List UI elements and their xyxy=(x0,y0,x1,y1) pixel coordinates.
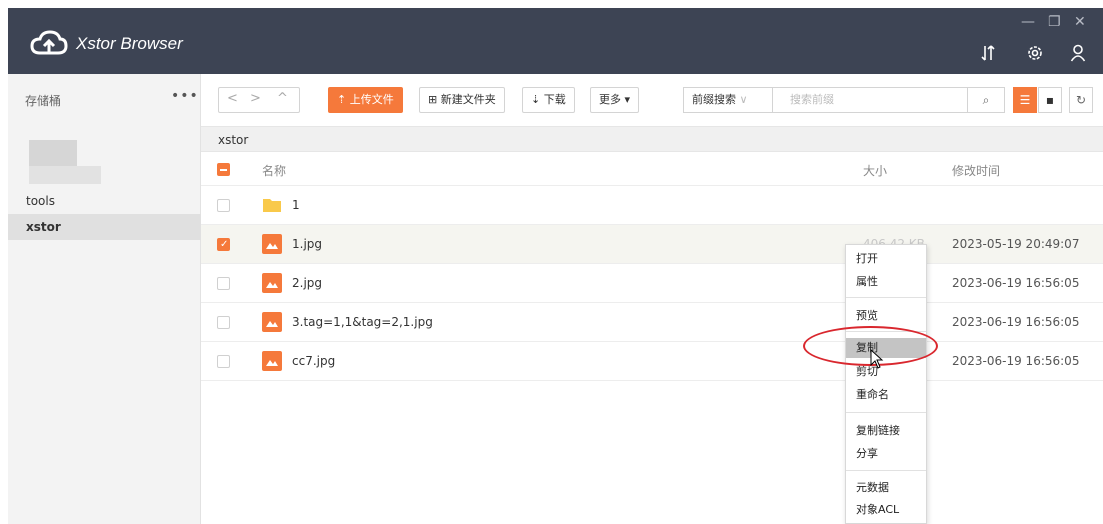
up-icon[interactable]: ^ xyxy=(277,91,288,106)
settings-icon[interactable] xyxy=(1026,44,1044,65)
menu-separator xyxy=(846,470,926,471)
menu-item-properties[interactable]: 属性 xyxy=(846,272,926,292)
menu-item-cut[interactable]: 剪切 xyxy=(846,362,926,382)
refresh-icon[interactable]: ↻ xyxy=(1069,87,1093,113)
title-bar: Xstor Browser — ❐ ✕ xyxy=(8,8,1103,74)
user-icon[interactable] xyxy=(1070,44,1086,65)
navigation-group: < > ^ xyxy=(218,87,300,113)
column-size[interactable]: 大小 xyxy=(863,162,887,179)
row-checkbox[interactable] xyxy=(217,199,230,212)
forward-icon[interactable]: > xyxy=(250,91,261,106)
caret-down-icon: ▾ xyxy=(624,93,631,106)
file-modified: 2023-06-19 16:56:05 xyxy=(952,354,1080,368)
cloud-logo-icon xyxy=(30,30,68,59)
menu-item-object-acl[interactable]: 对象ACL xyxy=(846,500,926,520)
file-modified: 2023-05-19 20:49:07 xyxy=(952,237,1080,251)
mouse-cursor-icon xyxy=(870,348,884,372)
file-modified: 2023-06-19 16:56:05 xyxy=(952,315,1080,329)
file-modified: 2023-06-19 16:56:05 xyxy=(952,276,1080,290)
row-checkbox[interactable] xyxy=(217,277,230,290)
folder-icon xyxy=(262,196,282,216)
current-path: xstor xyxy=(218,133,249,147)
close-button[interactable]: ✕ xyxy=(1074,14,1086,30)
download-button[interactable]: ⇣ 下载 xyxy=(522,87,575,113)
menu-separator xyxy=(846,331,926,332)
menu-separator xyxy=(846,297,926,298)
search-input[interactable]: 搜索前缀 xyxy=(772,87,968,113)
toolbar: < > ^ ⇡ 上传文件 ⊞ 新建文件夹 ⇣ 下载 更多 ▾ 前缀搜索 ∨ 搜索… xyxy=(201,74,1103,126)
sidebar: 存储桶 ••• tools xstor xyxy=(8,74,201,524)
file-name: 3.tag=1,1&tag=2,1.jpg xyxy=(292,315,433,329)
folder-plus-icon: ⊞ xyxy=(428,93,438,106)
menu-separator xyxy=(846,412,926,413)
table-header: 名称 大小 修改时间 xyxy=(201,152,1103,186)
menu-item-rename[interactable]: 重命名 xyxy=(846,385,926,405)
more-menu-icon[interactable]: ••• xyxy=(171,88,199,104)
redacted-bucket-block xyxy=(29,166,101,184)
new-folder-button[interactable]: ⊞ 新建文件夹 xyxy=(419,87,505,113)
row-checkbox[interactable]: ✓ xyxy=(217,238,230,251)
image-file-icon xyxy=(262,312,282,332)
search-icon[interactable]: ⌕ xyxy=(967,87,1005,113)
column-name[interactable]: 名称 xyxy=(262,162,286,179)
context-menu: 打开 属性 预览 复制 剪切 重命名 复制链接 分享 元数据 对象ACL xyxy=(845,244,927,524)
file-name: 2.jpg xyxy=(292,276,323,290)
image-file-icon xyxy=(262,351,282,371)
upload-icon: ⇡ xyxy=(337,93,347,106)
image-file-icon xyxy=(262,234,282,254)
menu-item-preview[interactable]: 预览 xyxy=(846,306,926,326)
menu-item-share[interactable]: 分享 xyxy=(846,444,926,464)
grid-view-icon[interactable]: ▪ xyxy=(1038,87,1062,113)
back-icon[interactable]: < xyxy=(227,91,238,106)
list-view-icon[interactable]: ☰ xyxy=(1013,87,1037,113)
table-row[interactable]: ✓ 1.jpg 406.42 KB 2023-05-19 20:49:07 xyxy=(201,225,1103,264)
restore-button[interactable]: ❐ xyxy=(1048,14,1061,30)
transfer-icon[interactable] xyxy=(980,44,996,65)
search-mode-select[interactable]: 前缀搜索 ∨ xyxy=(683,87,773,113)
menu-item-open[interactable]: 打开 xyxy=(846,249,926,269)
chevron-down-icon: ∨ xyxy=(739,93,748,106)
more-button[interactable]: 更多 ▾ xyxy=(590,87,640,113)
upload-button[interactable]: ⇡ 上传文件 xyxy=(328,87,403,113)
table-row[interactable]: 1 xyxy=(201,186,1103,225)
breadcrumb: xstor xyxy=(201,126,1103,152)
redacted-bucket-block xyxy=(29,140,77,166)
file-name: 1 xyxy=(292,198,300,212)
sidebar-item-xstor[interactable]: xstor xyxy=(8,214,201,240)
file-name: 1.jpg xyxy=(292,237,323,251)
column-modified[interactable]: 修改时间 xyxy=(952,162,1000,179)
select-all-checkbox[interactable] xyxy=(217,163,230,176)
row-checkbox[interactable] xyxy=(217,355,230,368)
table-row[interactable]: 2.jpg 2023-06-19 16:56:05 xyxy=(201,264,1103,303)
table-row[interactable]: 3.tag=1,1&tag=2,1.jpg 2023-06-19 16:56:0… xyxy=(201,303,1103,342)
bucket-header: 存储桶 xyxy=(25,94,62,108)
download-icon: ⇣ xyxy=(531,93,541,106)
menu-item-copy-link[interactable]: 复制链接 xyxy=(846,421,926,441)
app-title: Xstor Browser xyxy=(76,34,183,53)
row-checkbox[interactable] xyxy=(217,316,230,329)
image-file-icon xyxy=(262,273,282,293)
file-name: cc7.jpg xyxy=(292,354,336,368)
menu-item-metadata[interactable]: 元数据 xyxy=(846,478,926,498)
sidebar-item-tools[interactable]: tools xyxy=(8,188,201,214)
menu-item-copy[interactable]: 复制 xyxy=(846,338,926,358)
minimize-button[interactable]: — xyxy=(1021,14,1035,30)
table-row[interactable]: cc7.jpg 2023-06-19 16:56:05 xyxy=(201,342,1103,381)
